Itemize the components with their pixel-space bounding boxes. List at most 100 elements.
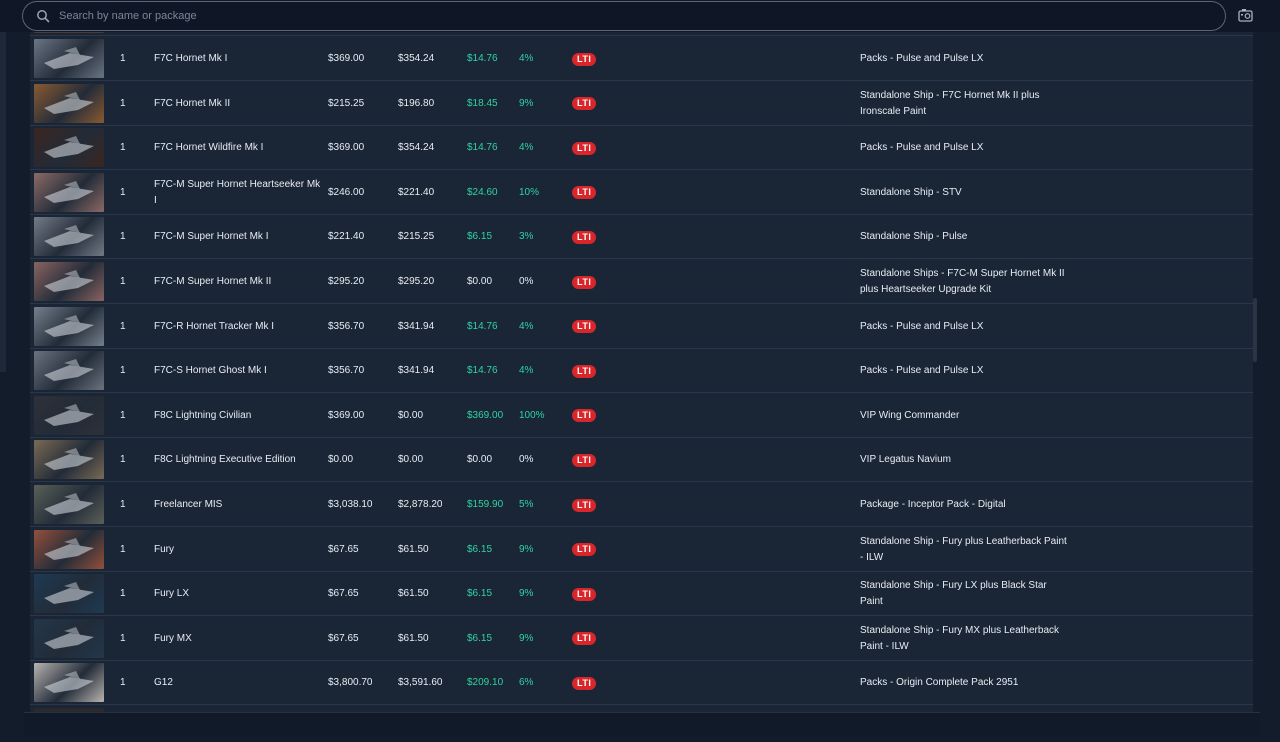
saving-percent: 9% bbox=[519, 632, 534, 644]
lti-badge: LTI bbox=[572, 632, 597, 646]
table-row[interactable]: 1 F7C-S Hornet Ghost Mk I $356.70 $341.94 $1… bbox=[30, 349, 1253, 394]
package-name: Standalone Ships - F7C-M Super Hornet Mk… bbox=[860, 268, 1065, 295]
table-row-partial[interactable] bbox=[30, 32, 1253, 36]
table-row[interactable]: 1 F7C-M Super Hornet Mk I $221.40 $215.25 $6… bbox=[30, 215, 1253, 260]
top-bar bbox=[0, 0, 1280, 32]
table-row[interactable]: 1 Fury MX $67.65 $61.50 $6.15 9% LTI Standalone… bbox=[30, 616, 1253, 661]
side-panel-edge bbox=[0, 32, 6, 372]
quantity: 1 bbox=[120, 632, 126, 644]
ship-name: F7C-M Super Hornet Mk II bbox=[154, 276, 272, 287]
saving-amount: $6.15 bbox=[467, 632, 493, 644]
horizontal-scrollbar[interactable] bbox=[24, 712, 1260, 736]
insurance-cell: LTI bbox=[572, 438, 597, 482]
table-row[interactable]: 1 F7C Hornet Mk I $369.00 $354.24 $14.76 4% LT… bbox=[30, 37, 1253, 81]
lti-badge: LTI bbox=[572, 186, 597, 200]
lti-badge: LTI bbox=[572, 97, 597, 111]
saving-amount: $24.60 bbox=[467, 186, 498, 198]
current-price: $61.50 bbox=[398, 543, 429, 555]
insurance-cell: LTI bbox=[572, 483, 597, 527]
table-row[interactable]: 1 G12 $3,800.70 $3,591.60 $209.10 6% LTI Packs … bbox=[30, 661, 1253, 706]
lti-badge: LTI bbox=[572, 409, 597, 423]
table-row[interactable]: 1 F8C Lightning Executive Edition $0.00 $0.… bbox=[30, 438, 1253, 483]
saving-amount: $18.45 bbox=[467, 97, 498, 109]
table-row[interactable]: 1 Fury LX $67.65 $61.50 $6.15 9% LTI Standalone… bbox=[30, 572, 1253, 617]
camera-icon[interactable] bbox=[1238, 8, 1253, 22]
package-name: Packs - Pulse and Pulse LX bbox=[860, 365, 984, 377]
saving-percent: 6% bbox=[519, 677, 534, 689]
table-row[interactable]: 1 F7C-M Super Hornet Mk II $295.20 $295.20 $… bbox=[30, 260, 1253, 304]
saving-percent: 5% bbox=[519, 499, 534, 510]
saving-percent: 4% bbox=[519, 320, 534, 332]
ship-thumbnail bbox=[34, 39, 104, 78]
ship-thumbnail bbox=[34, 217, 104, 257]
current-price: $215.25 bbox=[398, 231, 435, 243]
original-price: $369.00 bbox=[328, 142, 365, 154]
ship-name: F7C-R Hornet Tracker Mk I bbox=[154, 320, 275, 332]
quantity: 1 bbox=[120, 320, 126, 332]
ship-thumbnail bbox=[34, 618, 104, 658]
package-name: Packs - Origin Complete Pack 2951 bbox=[860, 677, 1019, 689]
ship-thumbnail bbox=[34, 574, 104, 614]
saving-amount: $369.00 bbox=[467, 409, 504, 421]
table-row[interactable]: 1 Fury $67.65 $61.50 $6.15 9% LTI Standalone Sh… bbox=[30, 527, 1253, 572]
saving-percent: 100% bbox=[519, 409, 545, 421]
table-row[interactable]: 1 Freelancer MIS $3,038.10 $2,878.20 $159.90… bbox=[30, 483, 1253, 527]
package-name: Standalone Ship - Pulse bbox=[860, 231, 968, 243]
quantity: 1 bbox=[120, 276, 126, 287]
ship-thumbnail bbox=[34, 440, 104, 480]
current-price: $196.80 bbox=[398, 97, 435, 109]
quantity: 1 bbox=[120, 543, 126, 555]
saving-percent: 3% bbox=[519, 231, 534, 243]
table-row[interactable]: 1 F7C Hornet Mk II $215.25 $196.80 $18.45 9% L… bbox=[30, 81, 1253, 126]
saving-amount: $14.76 bbox=[467, 142, 498, 154]
ship-name: F7C-S Hornet Ghost Mk I bbox=[154, 365, 267, 377]
insurance-cell: LTI bbox=[572, 305, 597, 349]
insurance-cell: LTI bbox=[572, 617, 597, 661]
saving-percent: 4% bbox=[519, 365, 534, 377]
vertical-scrollbar[interactable] bbox=[1253, 298, 1257, 362]
lti-badge: LTI bbox=[572, 364, 597, 378]
current-price: $2,878.20 bbox=[398, 499, 443, 510]
ship-name: Fury LX bbox=[154, 588, 190, 600]
table-row[interactable]: 1 F7C Hornet Wildfire Mk I $369.00 $354.24 $… bbox=[30, 126, 1253, 171]
ship-thumbnail bbox=[34, 306, 104, 346]
original-price: $356.70 bbox=[328, 320, 365, 332]
ship-name: F7C Hornet Mk I bbox=[154, 53, 228, 64]
ships-table: 1 F7C Hornet Mk I $369.00 $354.24 $14.76 4% LT… bbox=[30, 32, 1253, 712]
ship-thumbnail bbox=[34, 83, 104, 123]
ship-name: F7C-M Super Hornet Mk I bbox=[154, 231, 269, 243]
ship-thumbnail bbox=[34, 485, 104, 524]
table-row[interactable]: 1 F7C-R Hornet Tracker Mk I $356.70 $341.94… bbox=[30, 304, 1253, 349]
saving-percent: 0% bbox=[519, 276, 534, 287]
quantity: 1 bbox=[120, 231, 126, 243]
quantity: 1 bbox=[120, 677, 126, 689]
package-name: Standalone Ship - Fury plus Leatherback … bbox=[860, 535, 1067, 563]
package-name: Standalone Ship - Fury MX plus Leatherba… bbox=[860, 624, 1059, 652]
package-name: Standalone Ship - STV bbox=[860, 186, 962, 198]
lti-badge: LTI bbox=[572, 498, 597, 512]
current-price: $341.94 bbox=[398, 320, 435, 332]
table-row[interactable]: 1 F8C Lightning Civilian $369.00 $0.00 $369.… bbox=[30, 393, 1253, 438]
ship-name: F7C-M Super Hornet Heartseeker Mk I bbox=[154, 178, 321, 206]
current-price: $354.24 bbox=[398, 142, 435, 154]
saving-amount: $209.10 bbox=[467, 677, 504, 689]
quantity: 1 bbox=[120, 186, 126, 198]
ship-name: Fury MX bbox=[154, 632, 192, 644]
saving-percent: 0% bbox=[519, 454, 534, 466]
search-bar[interactable] bbox=[22, 1, 1226, 31]
table-row[interactable]: 1 F7C-M Super Hornet Heartseeker Mk I $246… bbox=[30, 170, 1253, 215]
package-name: Standalone Ship - F7C Hornet Mk II plus … bbox=[860, 89, 1040, 117]
saving-percent: 9% bbox=[519, 97, 534, 109]
saving-amount: $159.90 bbox=[467, 499, 504, 510]
search-input[interactable] bbox=[59, 10, 1225, 22]
ship-name: F7C Hornet Wildfire Mk I bbox=[154, 142, 264, 154]
quantity: 1 bbox=[120, 97, 126, 109]
original-price: $246.00 bbox=[328, 186, 365, 198]
ship-name: F7C Hornet Mk II bbox=[154, 97, 231, 109]
insurance-cell: LTI bbox=[572, 260, 597, 304]
current-price: $295.20 bbox=[398, 276, 435, 287]
ship-name: Fury bbox=[154, 543, 174, 555]
saving-amount: $14.76 bbox=[467, 365, 498, 377]
insurance-cell: LTI bbox=[572, 661, 597, 705]
current-price: $0.00 bbox=[398, 409, 424, 421]
